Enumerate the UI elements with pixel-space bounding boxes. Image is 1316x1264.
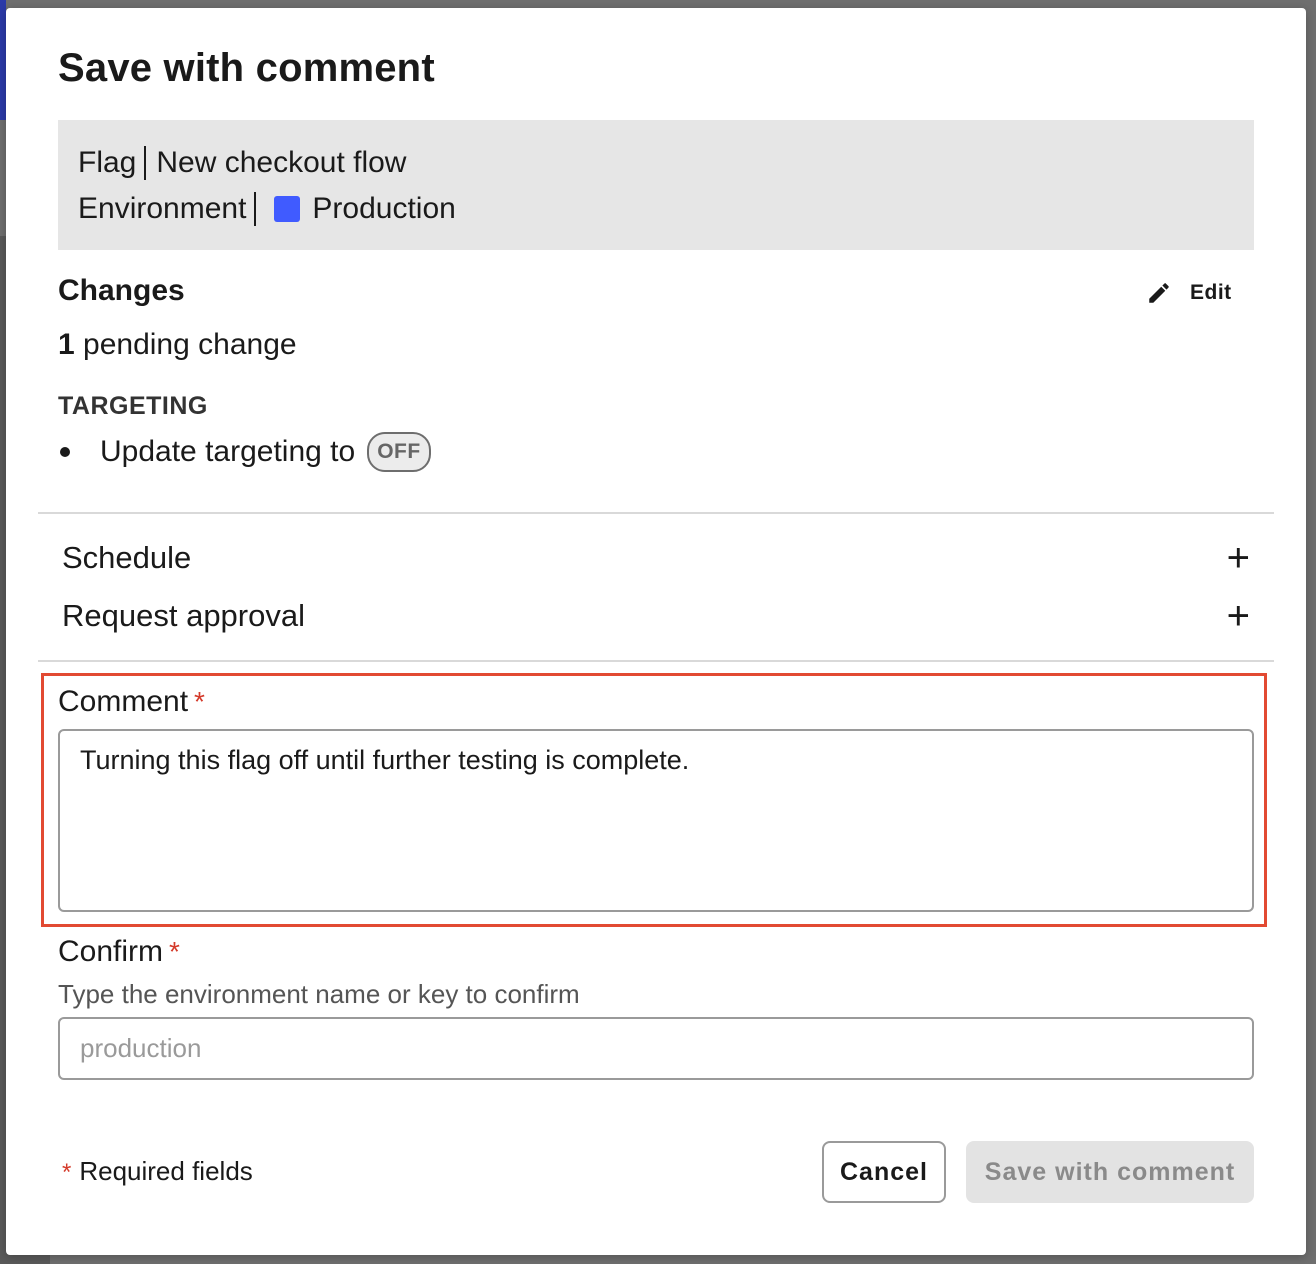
request-approval-row[interactable]: Request approval + (62, 596, 1254, 636)
targeting-label: TARGETING (58, 392, 208, 420)
comment-label: Comment * (58, 685, 205, 719)
separator (144, 146, 147, 180)
confirm-helper-text: Type the environment name or key to conf… (58, 979, 580, 1009)
required-asterisk: * (62, 1159, 72, 1186)
plus-icon[interactable]: + (1227, 538, 1250, 578)
pending-text: pending change (83, 328, 297, 361)
divider (38, 512, 1274, 514)
comment-label-text: Comment (58, 685, 189, 718)
required-fields-note: * Required fields (62, 1156, 253, 1187)
confirm-label-text: Confirm (58, 935, 164, 968)
flag-info-box: Flag New checkout flow Environment Produ… (58, 120, 1254, 250)
dialog-title: Save with comment (58, 46, 435, 90)
environment-color-swatch (274, 196, 301, 222)
targeting-off-badge: OFF (367, 432, 431, 472)
save-with-comment-dialog: Save with comment Flag New checkout flow… (6, 8, 1306, 1255)
divider (38, 660, 1274, 662)
separator (254, 192, 257, 226)
confirm-input[interactable]: production (58, 1017, 1254, 1080)
bullet (60, 447, 70, 457)
required-asterisk: * (194, 686, 205, 717)
request-approval-label: Request approval (62, 598, 305, 633)
pending-count: 1 (58, 328, 75, 361)
change-text: Update targeting to (100, 435, 356, 468)
plus-icon[interactable]: + (1227, 596, 1250, 636)
schedule-row[interactable]: Schedule + (62, 538, 1254, 578)
pencil-icon (1149, 283, 1169, 303)
comment-textarea[interactable]: Turning this flag off until further test… (58, 729, 1254, 912)
edit-button[interactable]: Edit (1146, 280, 1232, 306)
flag-label: Flag (78, 146, 137, 179)
environment-label: Environment (78, 192, 247, 225)
confirm-label: Confirm * (58, 935, 180, 969)
cancel-button[interactable]: Cancel (822, 1141, 946, 1203)
environment-line: Environment Production (78, 186, 1234, 232)
edit-label: Edit (1190, 281, 1232, 304)
required-asterisk: * (169, 936, 180, 967)
required-fields-text: Required fields (79, 1156, 253, 1186)
change-list-item: Update targeting to OFF (58, 432, 431, 472)
changes-heading: Changes (58, 274, 185, 307)
pending-changes: 1 pending change (58, 328, 297, 362)
environment-name: Production (312, 192, 456, 225)
flag-name: New checkout flow (156, 146, 407, 179)
schedule-label: Schedule (62, 540, 192, 575)
flag-line: Flag New checkout flow (78, 140, 1234, 186)
save-with-comment-button[interactable]: Save with comment (966, 1141, 1254, 1203)
